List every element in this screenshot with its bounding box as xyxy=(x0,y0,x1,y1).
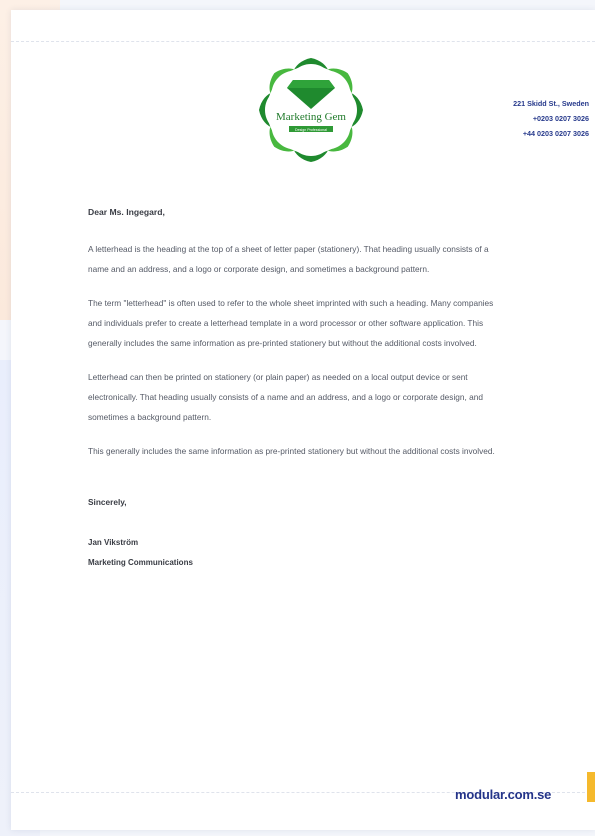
contact-address: 221 Skidd St., Sweden xyxy=(513,99,589,108)
footer-accent-block xyxy=(587,772,595,802)
signer-title: Marketing Communications xyxy=(88,558,193,567)
contact-phone-2: +44 0203 0207 3026 xyxy=(522,129,589,138)
letterhead-page: Marketing Gem Design Professional 221 Sk… xyxy=(11,10,595,830)
letter-body: Dear Ms. Ingegard, A letterhead is the h… xyxy=(88,207,500,573)
logo-tagline: Design Professional xyxy=(295,128,327,132)
paragraph-3: Letterhead can then be printed on statio… xyxy=(88,372,483,422)
contact-block: 221 Skidd St., Sweden +0203 0207 3026 +4… xyxy=(513,96,589,141)
signer-name: Jan Vikström xyxy=(88,538,139,547)
marketing-gem-logo: Marketing Gem Design Professional xyxy=(259,58,363,162)
logo-name: Marketing Gem xyxy=(276,111,346,123)
top-divider xyxy=(11,41,595,42)
salutation: Dear Ms. Ingegard, xyxy=(88,207,165,217)
paragraph-2: The term "letterhead" is often used to r… xyxy=(88,298,494,348)
contact-phone-1: +0203 0207 3026 xyxy=(532,114,589,123)
closing: Sincerely, xyxy=(88,497,127,507)
footer-brand: modular.com.se xyxy=(455,787,552,802)
signature-block: Jan Vikström Marketing Communications xyxy=(88,533,500,573)
paragraph-1: A letterhead is the heading at the top o… xyxy=(88,244,489,274)
paragraph-4: This generally includes the same informa… xyxy=(88,446,495,456)
